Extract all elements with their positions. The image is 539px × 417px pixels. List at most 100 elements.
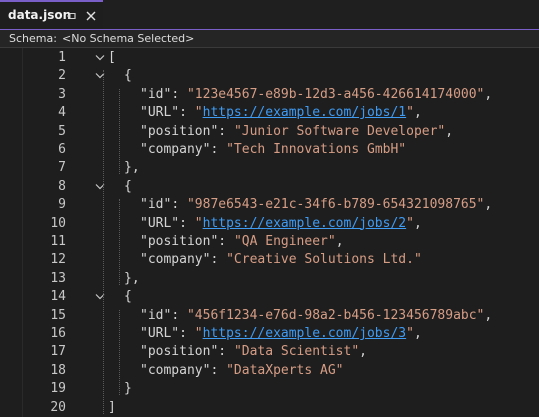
- tab-data-json[interactable]: data.json: [0, 0, 103, 29]
- document-tab-strip: data.json: [0, 0, 539, 30]
- punctuation-token: :: [218, 344, 234, 360]
- code-line: 12 "company": "Creative Solutions Ltd.": [0, 251, 539, 269]
- string-token: "Tech Innovations GmbH": [226, 142, 407, 157]
- schema-dropdown[interactable]: <No Schema Selected>: [62, 32, 194, 45]
- code-line: 7},: [0, 159, 539, 177]
- indent-guide: [103, 70, 104, 414]
- url-link[interactable]: https://example.com/jobs/1: [203, 105, 407, 120]
- tab-title: data.json: [8, 8, 72, 22]
- code-line: 16 "URL": "https://example.com/jobs/3",: [0, 325, 539, 343]
- punctuation-token: ,: [484, 197, 493, 213]
- punctuation-token: :: [179, 215, 195, 231]
- key-token: "position": [140, 123, 219, 139]
- string-token: "Creative Solutions Ltd.": [226, 252, 422, 268]
- line-number: 8: [58, 178, 66, 194]
- code-line: 8{: [0, 178, 539, 196]
- key-token: "URL": [140, 326, 180, 341]
- key-token: "company": [140, 142, 211, 157]
- punctuation-token: {: [124, 178, 132, 194]
- key-token: "company": [140, 252, 211, 268]
- punctuation-token: ,: [413, 326, 422, 341]
- code-text: "URL": "https://example.com/jobs/2",: [140, 215, 422, 233]
- punctuation-token: :: [179, 105, 195, 121]
- string-token: ": [406, 105, 414, 121]
- punctuation-token: :: [171, 86, 187, 102]
- code-text: "position": "Junior Software Developer",: [140, 123, 453, 141]
- code-line: 19}: [0, 380, 539, 398]
- line-number: 16: [50, 326, 66, 341]
- line-number: 17: [50, 344, 66, 360]
- string-token: "987e6543-e21c-34f6-b789-654321098765": [186, 197, 485, 213]
- url-link[interactable]: https://example.com/jobs/2: [203, 216, 407, 231]
- key-token: "id": [140, 197, 172, 213]
- code-line: 18 "company": "DataXperts AG": [0, 362, 539, 380]
- string-token: ": [406, 215, 414, 231]
- line-number: 5: [58, 123, 66, 139]
- code-text: "position": "Data Scientist",: [140, 343, 367, 361]
- string-token: ": [194, 215, 203, 231]
- string-token: "Junior Software Developer": [233, 123, 446, 139]
- line-number: 10: [50, 215, 66, 231]
- code-line: 6 "company": "Tech Innovations GmbH": [0, 141, 539, 159]
- pin-icon[interactable]: [66, 10, 78, 22]
- punctuation-token: :: [210, 142, 227, 157]
- indent-guide: [119, 88, 120, 175]
- code-text: {: [124, 178, 132, 196]
- code-line: 20]: [0, 399, 539, 417]
- code-text: }: [124, 380, 132, 398]
- line-number: 13: [50, 270, 66, 286]
- code-line: 2{: [0, 67, 539, 85]
- code-line: 5 "position": "Junior Software Developer"…: [0, 123, 539, 141]
- punctuation-token: ,: [484, 86, 493, 102]
- line-number: 1: [58, 50, 66, 65]
- punctuation-token: :: [218, 234, 234, 249]
- code-text: ]: [108, 399, 116, 417]
- url-link[interactable]: https://example.com/jobs/3: [203, 326, 407, 341]
- code-text: {: [124, 67, 132, 85]
- punctuation-token: },: [124, 270, 140, 286]
- key-token: "id": [140, 86, 172, 102]
- key-token: "id": [140, 307, 172, 323]
- punctuation-token: {: [124, 289, 132, 305]
- string-token: "123e4567-e89b-12d3-a456-426614174000": [186, 86, 485, 102]
- close-icon[interactable]: [84, 9, 98, 23]
- line-number: 2: [58, 68, 66, 84]
- code-text: "company": "Tech Innovations GmbH": [140, 141, 406, 159]
- key-token: "URL": [140, 105, 180, 121]
- punctuation-token: :: [179, 326, 195, 341]
- string-token: "Data Scientist": [233, 344, 360, 360]
- code-text: {: [124, 288, 132, 306]
- punctuation-token: {: [124, 68, 132, 84]
- key-token: "position": [140, 344, 219, 360]
- punctuation-token: ,: [484, 307, 493, 323]
- code-text: "id": "123e4567-e89b-12d3-a456-426614174…: [140, 86, 492, 104]
- code-text: "position": "QA Engineer",: [140, 233, 344, 251]
- line-number: 18: [50, 362, 66, 378]
- string-token: "456f1234-e76d-98a2-b456-123456789abc": [186, 307, 485, 323]
- code-line: 14 {: [0, 288, 539, 306]
- punctuation-token: }: [124, 381, 132, 397]
- line-number: 20: [50, 399, 66, 415]
- code-text: },: [124, 270, 140, 288]
- indent-guide: [119, 309, 120, 396]
- code-editor[interactable]: 1[2{3 "id": "123e4567-e89b-12d3-a456-4266…: [0, 48, 539, 417]
- code-text: "company": "DataXperts AG": [140, 362, 344, 380]
- code-text: "company": "Creative Solutions Ltd.": [140, 251, 422, 269]
- line-number: 19: [50, 381, 66, 397]
- line-number: 9: [58, 197, 66, 213]
- punctuation-token: },: [124, 160, 140, 176]
- code-line: 13},: [0, 270, 539, 288]
- code-line: 4 "URL": "https://example.com/jobs/1",: [0, 104, 539, 122]
- indent-guide: [119, 199, 120, 285]
- code-text: "id": "456f1234-e76d-98a2-b456-123456789…: [140, 307, 492, 325]
- line-number: 3: [58, 86, 66, 102]
- line-number: 12: [50, 252, 66, 268]
- code-line: 1[: [0, 49, 539, 67]
- code-text: "URL": "https://example.com/jobs/3",: [140, 325, 422, 343]
- line-number: 14: [50, 289, 66, 305]
- punctuation-token: [: [108, 50, 116, 65]
- code-text: },: [124, 159, 140, 177]
- code-text: "URL": "https://example.com/jobs/1",: [140, 104, 422, 122]
- line-number: 7: [58, 160, 66, 176]
- collapse-chevron-icon[interactable]: [95, 54, 105, 62]
